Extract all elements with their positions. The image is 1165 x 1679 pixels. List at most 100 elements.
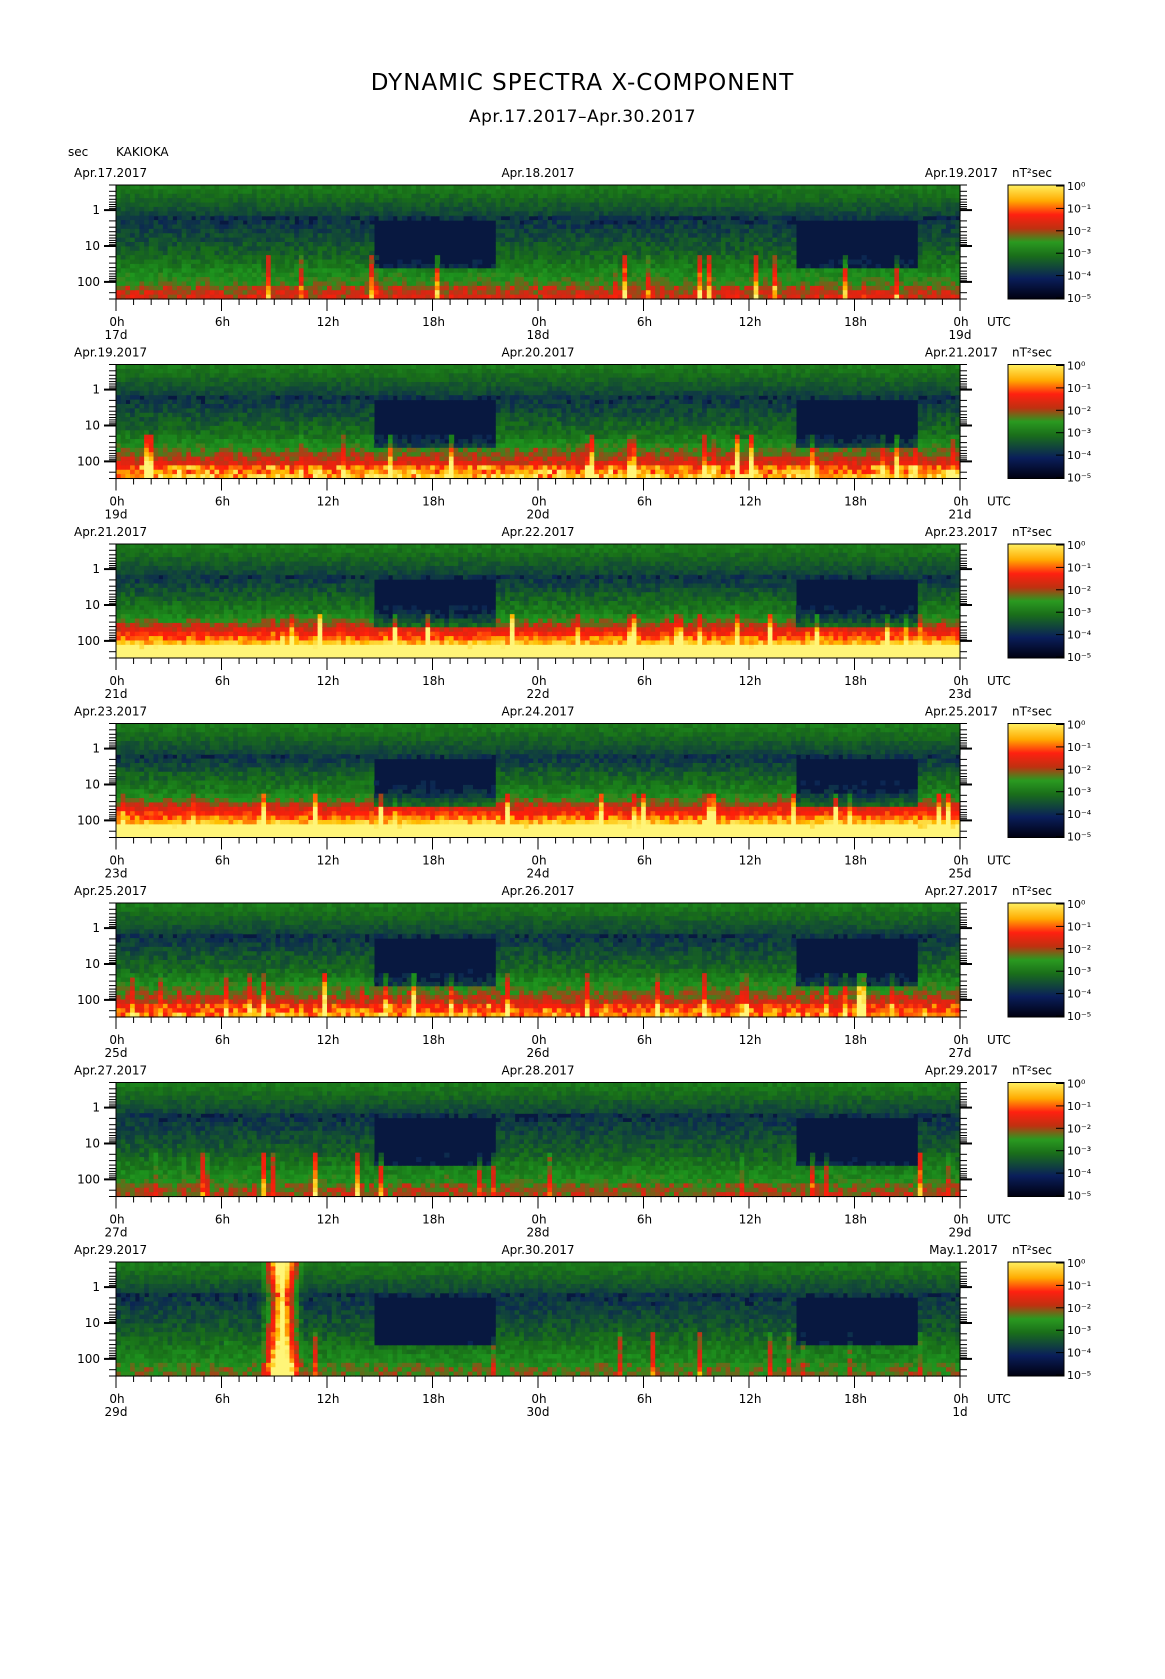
spectrum-cell: [608, 281, 613, 286]
spectrum-cell: [425, 211, 430, 216]
spectrum-cell: [618, 290, 623, 295]
spectrum-cell: [186, 198, 191, 203]
spectrum-cell: [894, 277, 899, 282]
spectrum-cell: [721, 242, 726, 247]
spectrum-cell: [261, 224, 266, 229]
spectrum-cell: [829, 189, 834, 194]
spectrum-cell: [937, 207, 942, 212]
spectrum-cell: [843, 198, 848, 203]
spectrum-cell: [149, 457, 154, 462]
spectrum-cell: [200, 189, 205, 194]
spectrum-cell: [229, 194, 234, 199]
spectrum-cell: [233, 448, 238, 453]
spectrum-cell: [304, 238, 309, 243]
spectrum-cell: [182, 386, 187, 391]
spectrum-cell: [158, 281, 163, 286]
spectrum-cell: [130, 452, 135, 457]
spectrum-cell: [163, 194, 168, 199]
spectrum-cell: [866, 203, 871, 208]
spectrum-cell: [730, 238, 735, 243]
spectrum-cell: [205, 400, 210, 405]
spectrum-cell: [116, 461, 121, 466]
spectrum-cell: [510, 273, 515, 278]
spectrum-cell: [772, 229, 777, 234]
spectrum-cell: [674, 246, 679, 251]
spectrum-cell: [407, 273, 412, 278]
spectrum-cell: [411, 268, 416, 273]
spectrum-cell: [186, 220, 191, 225]
spectrum-cell: [932, 246, 937, 251]
spectrum-cell: [196, 400, 201, 405]
spectrum-cell: [177, 290, 182, 295]
spectrum-cell: [529, 224, 534, 229]
spectrum-cell: [336, 268, 341, 273]
spectrum-cell: [233, 290, 238, 295]
spectrum-cell: [318, 286, 323, 291]
spectrum-cell: [829, 198, 834, 203]
spectrum-cell: [205, 264, 210, 269]
spectrum-cell: [172, 255, 177, 260]
spectrum-cell: [125, 404, 130, 409]
spectrum-cell: [116, 189, 121, 194]
spectrum-cell: [285, 260, 290, 265]
spectrum-cell: [402, 189, 407, 194]
spectrum-cell: [243, 281, 248, 286]
spectrum-cell: [918, 203, 923, 208]
spectrum-cell: [669, 194, 674, 199]
spectrum-cell: [275, 189, 280, 194]
spectrum-cell: [711, 264, 716, 269]
spectrum-cell: [243, 373, 248, 378]
spectrum-cell: [233, 373, 238, 378]
spectrum-cell: [604, 290, 609, 295]
spectrum-cell: [154, 290, 159, 295]
spectrum-cell: [505, 255, 510, 260]
spectrum-cell: [627, 185, 632, 190]
spectrum-cell: [247, 391, 252, 396]
spectrum-cell: [149, 422, 154, 427]
spectrum-cell: [327, 207, 332, 212]
spectrum-cell: [243, 457, 248, 462]
spectrum-cell: [636, 286, 641, 291]
spectrum-cell: [824, 281, 829, 286]
spectrum-cell: [210, 400, 215, 405]
spectrum-cell: [149, 413, 154, 418]
spectrum-cell: [149, 290, 154, 295]
spectrum-cell: [477, 268, 482, 273]
spectrum-cell: [233, 443, 238, 448]
spectrum-cell: [182, 260, 187, 265]
spectrum-cell: [116, 439, 121, 444]
spectrum-cell: [383, 194, 388, 199]
spectrum-cell: [200, 194, 205, 199]
spectrum-cell: [899, 211, 904, 216]
spectrum-cell: [383, 273, 388, 278]
spectrum-cell: [393, 277, 398, 282]
spectrum-cell: [735, 251, 740, 256]
spectrum-cell: [210, 233, 215, 238]
spectrum-cell: [519, 238, 524, 243]
spectrum-cell: [472, 264, 477, 269]
spectrum-cell: [177, 216, 182, 221]
spectrum-cell: [243, 246, 248, 251]
spectrum-cell: [726, 207, 731, 212]
spectrum-cell: [815, 198, 820, 203]
spectrum-cell: [205, 470, 210, 475]
spectrum-cell: [313, 198, 318, 203]
spectrum-cell: [125, 457, 130, 462]
spectrum-cell: [238, 211, 243, 216]
spectrum-cell: [693, 211, 698, 216]
spectrum-cell: [229, 277, 234, 282]
spectrum-cell: [500, 185, 505, 190]
spectrum-cell: [594, 224, 599, 229]
spectrum-cell: [707, 220, 712, 225]
spectrum-cell: [571, 198, 576, 203]
spectrum-cell: [379, 273, 384, 278]
spectrum-cell: [716, 224, 721, 229]
spectrum-cell: [224, 382, 229, 387]
spectrum-cell: [660, 264, 665, 269]
spectrum-cell: [721, 207, 726, 212]
spectrum-cell: [468, 203, 473, 208]
spectrum-cell: [852, 211, 857, 216]
spectrum-cell: [299, 246, 304, 251]
spectrum-cell: [247, 189, 252, 194]
spectrum-cell: [768, 290, 773, 295]
